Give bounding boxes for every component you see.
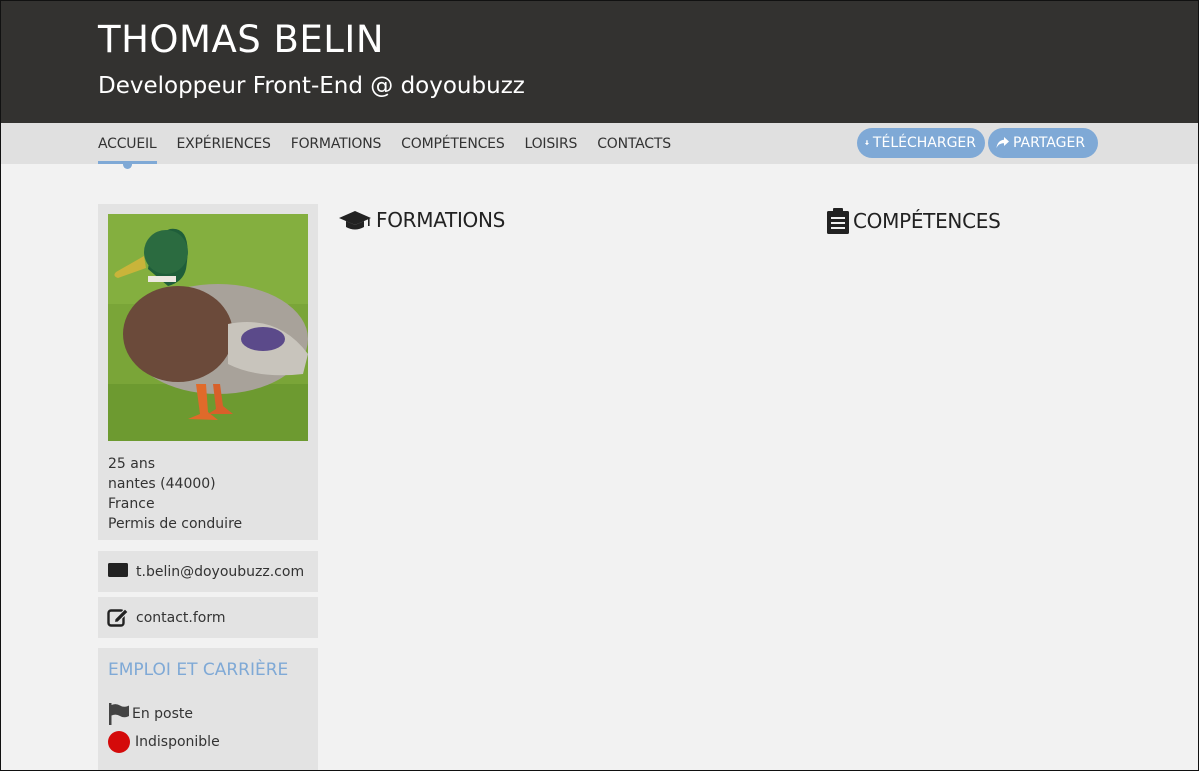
profile-info: 25 ans nantes (44000) France Permis de c… (108, 454, 242, 534)
share-icon (996, 137, 1009, 148)
clipboard-icon (827, 208, 849, 234)
career-title: EMPLOI ET CARRIÈRE (108, 660, 289, 680)
nav-bar: ACCUEIL EXPÉRIENCES FORMATIONS COMPÉTENC… (0, 123, 1199, 169)
envelope-icon (108, 563, 128, 577)
share-label: PARTAGER (1013, 135, 1086, 151)
profile-city: nantes (44000) (108, 476, 216, 492)
profile-country: France (108, 496, 155, 512)
nav-item-contacts[interactable]: CONTACTS (597, 123, 671, 164)
employment-status: En poste (108, 703, 193, 725)
share-button[interactable]: PARTAGER (988, 128, 1098, 158)
competences-heading: COMPÉTENCES (827, 208, 1001, 234)
download-icon (864, 140, 870, 146)
career-card: EMPLOI ET CARRIÈRE En poste Indisponible (98, 648, 318, 771)
profile-headline: Developpeur Front-End @ doyoubuzz (98, 73, 525, 99)
main-nav: ACCUEIL EXPÉRIENCES FORMATIONS COMPÉTENC… (98, 123, 691, 169)
nav-item-experiences[interactable]: EXPÉRIENCES (177, 123, 271, 164)
profile-name: THOMAS BELIN (98, 18, 384, 61)
profile-card: 25 ans nantes (44000) France Permis de c… (98, 204, 318, 540)
profile-photo (108, 214, 308, 441)
download-button[interactable]: TÉLÉCHARGER (857, 128, 985, 158)
red-dot-icon (108, 731, 130, 753)
competences-title: COMPÉTENCES (853, 209, 1001, 233)
nav-item-accueil[interactable]: ACCUEIL (98, 123, 157, 169)
email-link[interactable]: t.belin@doyoubuzz.com (136, 551, 304, 593)
nav-item-competences[interactable]: COMPÉTENCES (401, 123, 505, 164)
profile-age: 25 ans (108, 456, 156, 472)
download-label: TÉLÉCHARGER (872, 135, 976, 151)
formations-heading: FORMATIONS (338, 208, 505, 232)
page-header: THOMAS BELIN Developpeur Front-End @ doy… (0, 0, 1199, 123)
formations-title: FORMATIONS (376, 208, 506, 232)
employment-status-label: En poste (132, 706, 194, 722)
contact-form-link[interactable]: contact.form (136, 597, 225, 640)
nav-item-loisirs[interactable]: LOISIRS (525, 123, 578, 164)
nav-item-formations[interactable]: FORMATIONS (291, 123, 382, 164)
graduation-cap-icon (339, 211, 371, 230)
availability-label: Indisponible (135, 734, 220, 750)
profile-license: Permis de conduire (108, 516, 243, 532)
edit-icon (107, 608, 129, 627)
email-card[interactable]: t.belin@doyoubuzz.com (98, 551, 318, 592)
availability-status: Indisponible (108, 731, 220, 753)
contact-form-card[interactable]: contact.form (98, 597, 318, 638)
flag-icon (109, 703, 129, 725)
